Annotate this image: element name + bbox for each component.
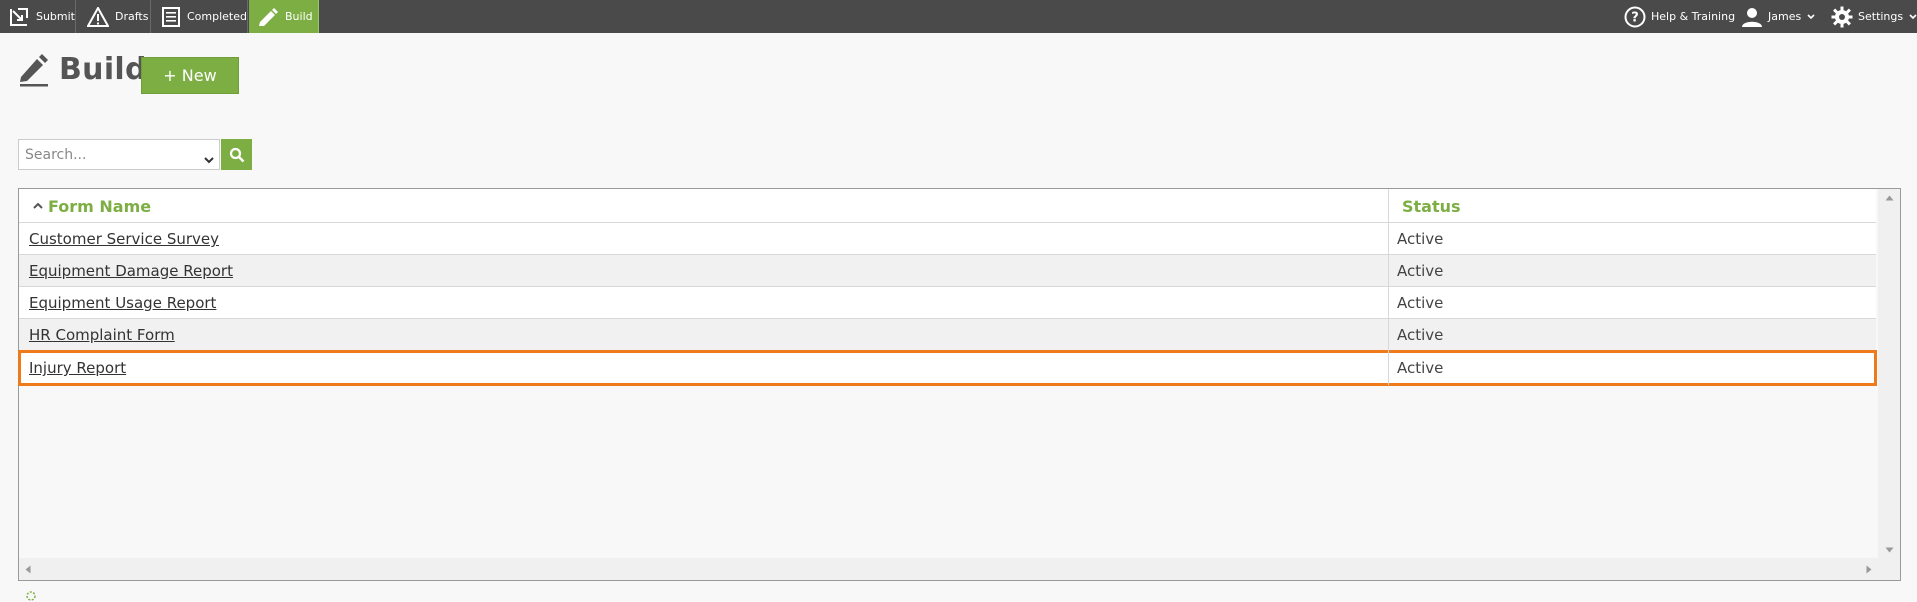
search-combobox[interactable]	[18, 139, 220, 170]
form-name-link[interactable]: Injury Report	[29, 351, 126, 385]
help-training-label: Help & Training	[1651, 10, 1736, 23]
tab-build-label: Build	[285, 10, 313, 23]
column-header-form-name[interactable]: Form Name	[33, 189, 151, 223]
table-row[interactable]: Equipment Damage Report Active	[19, 255, 1876, 287]
vertical-scrollbar[interactable]	[1878, 189, 1900, 559]
pencil-icon	[257, 6, 279, 28]
tab-build[interactable]: Build	[249, 0, 319, 33]
scroll-right-arrow-icon[interactable]	[1866, 565, 1872, 574]
table-row[interactable]: HR Complaint Form Active	[19, 319, 1876, 351]
user-name-label: James	[1768, 10, 1802, 23]
horizontal-scrollbar[interactable]	[19, 558, 1900, 580]
column-header-label: Status	[1402, 196, 1461, 216]
column-header-label: Form Name	[48, 196, 152, 216]
form-name-link[interactable]: Equipment Usage Report	[29, 287, 216, 319]
status-cell: Active	[1397, 230, 1444, 248]
chevron-down-icon	[1807, 13, 1815, 20]
column-header-status[interactable]: Status	[1402, 189, 1461, 223]
chevron-down-icon[interactable]	[204, 149, 214, 168]
scroll-down-arrow-icon[interactable]	[1885, 547, 1894, 553]
search-button[interactable]	[221, 139, 252, 170]
scroll-left-arrow-icon[interactable]	[25, 565, 31, 574]
help-training-link[interactable]: ? Help & Training	[1624, 0, 1735, 33]
settings-label: Settings	[1858, 10, 1904, 23]
table-header: Form Name Status	[19, 189, 1876, 223]
form-name-link[interactable]: Customer Service Survey	[29, 223, 219, 255]
search-input[interactable]	[19, 146, 189, 163]
forms-table: Form Name Status Customer Service Survey…	[18, 188, 1901, 581]
svg-text:?: ?	[1631, 10, 1639, 25]
settings-menu[interactable]: Settings	[1831, 0, 1917, 33]
user-menu[interactable]: James	[1741, 0, 1815, 33]
tab-submit-label: Submit	[35, 10, 75, 23]
table-row[interactable]: Equipment Usage Report Active	[19, 287, 1876, 319]
tab-completed[interactable]: Completed	[152, 0, 248, 33]
search-icon	[229, 147, 244, 162]
document-icon	[161, 6, 181, 28]
form-name-link[interactable]: HR Complaint Form	[29, 319, 175, 351]
status-cell: Active	[1397, 262, 1444, 280]
status-cell: Active	[1397, 294, 1444, 312]
question-circle-icon: ?	[1624, 6, 1646, 28]
table-row-selected[interactable]: Injury Report Active	[18, 350, 1877, 386]
new-form-button[interactable]: + New	[141, 57, 239, 94]
top-nav-bar: Submit Drafts Completed Build ? Help & T…	[0, 0, 1917, 33]
tab-completed-label: Completed	[187, 10, 247, 23]
page-header: Build	[18, 52, 147, 87]
pencil-icon	[20, 53, 48, 86]
sort-ascending-icon	[33, 202, 43, 209]
table-row[interactable]: Customer Service Survey Active	[19, 223, 1876, 255]
form-name-link[interactable]: Equipment Damage Report	[29, 255, 233, 287]
submit-icon	[8, 6, 30, 28]
column-divider	[1388, 189, 1389, 385]
page-title: Build	[59, 52, 147, 87]
scroll-up-arrow-icon[interactable]	[1885, 195, 1894, 201]
warning-icon	[87, 6, 109, 28]
loading-spinner-icon	[26, 591, 36, 601]
tab-submit[interactable]: Submit	[0, 0, 76, 33]
tab-drafts[interactable]: Drafts	[77, 0, 151, 33]
status-cell: Active	[1397, 359, 1444, 377]
user-icon	[1741, 6, 1763, 28]
tab-drafts-label: Drafts	[115, 10, 149, 23]
chevron-down-icon	[1909, 13, 1917, 20]
gear-icon	[1831, 6, 1853, 28]
status-cell: Active	[1397, 326, 1444, 344]
